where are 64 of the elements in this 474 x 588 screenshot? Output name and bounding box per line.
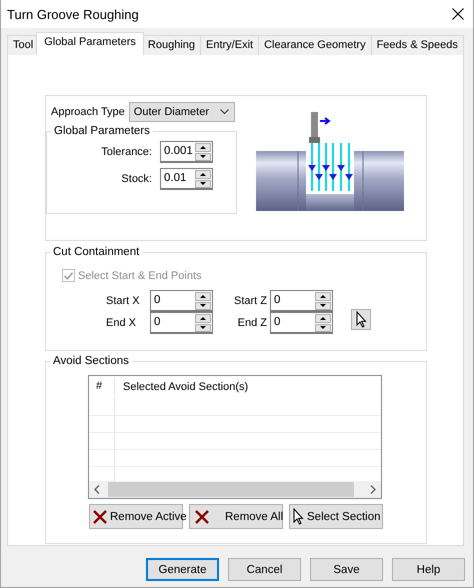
dialog-button[interactable]: Generate bbox=[146, 558, 219, 581]
spin-up-button[interactable] bbox=[195, 314, 211, 322]
up-arrow-icon bbox=[320, 294, 326, 298]
chevron-down-icon bbox=[220, 109, 229, 115]
window-title: Turn Groove Roughing bbox=[7, 6, 139, 22]
up-arrow-icon bbox=[200, 316, 206, 320]
spin-down-button[interactable] bbox=[195, 324, 211, 332]
close-icon[interactable] bbox=[452, 8, 464, 20]
spin-down-button[interactable] bbox=[195, 302, 211, 310]
x-icon bbox=[93, 510, 107, 524]
pick-points-button[interactable] bbox=[351, 309, 371, 330]
down-arrow-icon bbox=[200, 155, 206, 158]
dialog-button[interactable]: Cancel bbox=[228, 558, 301, 581]
spin-down-button[interactable] bbox=[315, 302, 331, 310]
select-button[interactable]: Select Section bbox=[289, 504, 383, 529]
field-label: End X bbox=[106, 317, 137, 329]
group-title: Global Parameters bbox=[53, 125, 151, 137]
number-field[interactable]: 0 bbox=[270, 290, 333, 312]
down-arrow-icon bbox=[200, 326, 206, 330]
dialog-button[interactable]: Help bbox=[392, 558, 465, 581]
group-title: Cut Containment bbox=[52, 246, 140, 258]
down-arrow-icon bbox=[320, 326, 326, 330]
number-field[interactable]: 0 bbox=[150, 290, 213, 312]
spin-up-button[interactable] bbox=[195, 170, 211, 178]
down-arrow-icon bbox=[200, 304, 206, 308]
field-label: Stock: bbox=[120, 173, 152, 185]
cursor-icon bbox=[356, 311, 366, 328]
tab[interactable]: Global Parameters bbox=[36, 32, 144, 55]
spin-up-button[interactable] bbox=[315, 314, 331, 322]
column-header: # bbox=[89, 378, 115, 395]
x-icon bbox=[195, 510, 209, 524]
spin-up-button[interactable] bbox=[195, 143, 211, 152]
number-field[interactable]: 0 bbox=[270, 312, 333, 334]
number-field[interactable]: 0.001 bbox=[160, 141, 213, 163]
tab[interactable]: Clearance Geometry bbox=[258, 35, 372, 55]
up-arrow-icon bbox=[200, 172, 206, 176]
spin-up-button[interactable] bbox=[315, 292, 331, 300]
cursor-icon bbox=[293, 508, 304, 525]
spin-down-button[interactable] bbox=[315, 324, 331, 332]
spin-down-button[interactable] bbox=[195, 180, 211, 188]
tab[interactable]: Roughing bbox=[142, 35, 201, 55]
spin-down-button[interactable] bbox=[195, 152, 211, 161]
tab[interactable]: Feeds & Speeds bbox=[370, 35, 464, 55]
spin-up-button[interactable] bbox=[195, 292, 211, 300]
up-arrow-icon bbox=[200, 294, 206, 298]
group-title: Avoid Sections bbox=[52, 355, 130, 367]
column-header: Selected Avoid Section(s) bbox=[122, 380, 248, 392]
field-label: End Z bbox=[236, 317, 268, 329]
horizontal-scrollbar[interactable] bbox=[89, 481, 381, 498]
number-field[interactable]: 0.01 bbox=[160, 168, 213, 190]
approach-type-dropdown[interactable]: Outer Diameter bbox=[128, 102, 235, 122]
field-label: Start Z bbox=[232, 295, 268, 307]
tab[interactable]: Entry/Exit bbox=[200, 35, 260, 55]
field-label: Approach Type bbox=[51, 106, 125, 118]
down-arrow-icon bbox=[200, 182, 206, 186]
field-label: Start X bbox=[106, 295, 141, 307]
number-field[interactable]: 0 bbox=[150, 312, 213, 334]
dialog-button[interactable]: Save bbox=[310, 558, 383, 581]
up-arrow-icon bbox=[320, 316, 326, 320]
down-arrow-icon bbox=[320, 304, 326, 308]
field-label: Tolerance: bbox=[100, 146, 152, 158]
remove-button[interactable]: Remove All bbox=[189, 504, 283, 529]
up-arrow-icon bbox=[200, 146, 206, 149]
scrollbar-thumb[interactable] bbox=[108, 482, 354, 497]
